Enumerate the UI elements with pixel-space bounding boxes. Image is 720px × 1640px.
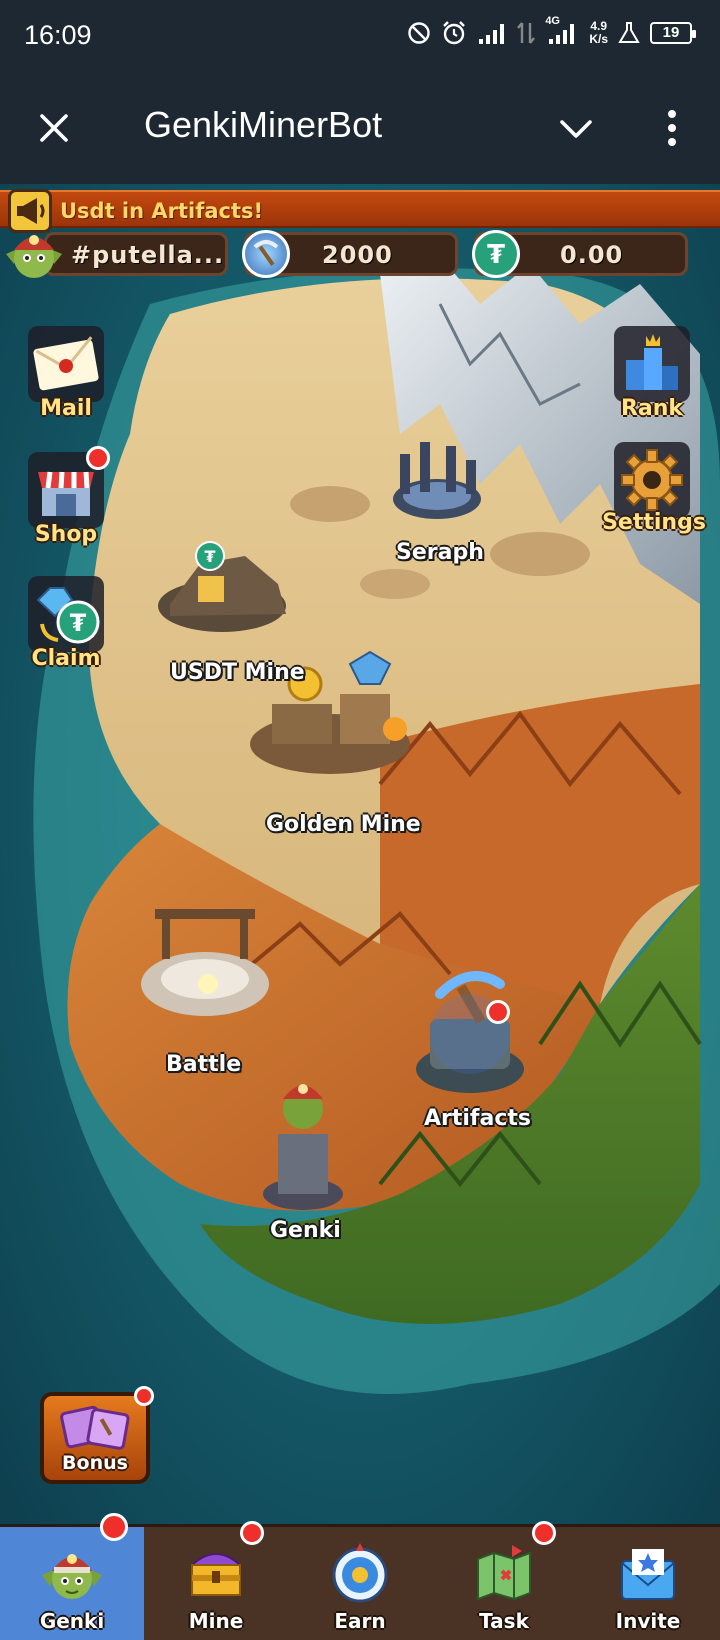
- nav-tab-invite[interactable]: Invite: [576, 1527, 720, 1640]
- golden-mine-label[interactable]: Golden Mine: [266, 812, 421, 837]
- settings-label: Settings: [602, 510, 706, 535]
- island-map[interactable]: ₮: [0, 184, 720, 1524]
- usdt-mine-label[interactable]: USDT Mine: [170, 660, 305, 685]
- claim-icon: ₮: [36, 587, 100, 644]
- nav-tab-earn[interactable]: Earn: [288, 1527, 432, 1640]
- seraph-label[interactable]: Seraph: [396, 540, 484, 565]
- announcement-text: Usdt in Artifacts!: [60, 199, 264, 223]
- pickaxe-coin-icon: [242, 230, 290, 278]
- genki-label[interactable]: Genki: [270, 1218, 341, 1243]
- artifacts-label[interactable]: Artifacts: [424, 1106, 531, 1131]
- do-not-disturb-icon: [408, 22, 431, 44]
- bonus-button[interactable]: Bonus: [40, 1392, 150, 1484]
- coin-icon: [332, 1543, 388, 1603]
- svg-text:₮: ₮: [204, 547, 215, 566]
- mine-notification-badge: [240, 1521, 264, 1545]
- nav-tab-genki[interactable]: Genki: [0, 1513, 144, 1640]
- svg-text:₮: ₮: [70, 609, 87, 637]
- nav-label-earn: Earn: [334, 1609, 386, 1633]
- shop-label: Shop: [34, 522, 98, 547]
- bottom-nav: Genki Mine Earn Task Invite: [0, 1513, 720, 1640]
- map-icon: [477, 1545, 531, 1601]
- mail-label: Mail: [40, 396, 92, 421]
- goblin-avatar-icon[interactable]: [2, 224, 66, 284]
- battle-label[interactable]: Battle: [166, 1052, 241, 1077]
- settings-button[interactable]: [614, 442, 690, 518]
- bonus-label: Bonus: [62, 1452, 128, 1474]
- usdt-balance: 0.00: [560, 241, 624, 269]
- svg-text:₮: ₮: [487, 240, 505, 270]
- close-icon[interactable]: [34, 108, 74, 148]
- pickaxe-count: 2000: [322, 241, 393, 269]
- artifacts-notification-badge: [486, 1000, 510, 1024]
- signal-icon: [479, 24, 505, 44]
- title-bar: GenkiMinerBot: [0, 72, 720, 184]
- gear-icon: [621, 449, 683, 511]
- genki-notification-badge: [100, 1513, 128, 1541]
- claim-button[interactable]: ₮: [28, 576, 104, 652]
- claim-label: Claim: [31, 646, 101, 671]
- rank-label: Rank: [620, 396, 684, 421]
- bonus-notification-badge: [134, 1386, 154, 1406]
- nav-tab-mine[interactable]: Mine: [144, 1521, 288, 1640]
- mail-button[interactable]: [28, 326, 104, 402]
- rank-button[interactable]: [614, 326, 690, 402]
- username-pill[interactable]: #putella...: [44, 232, 228, 276]
- rank-trophy-icon: [626, 334, 678, 390]
- more-options-icon[interactable]: [656, 106, 688, 150]
- mail-icon: [33, 336, 99, 391]
- status-icons: 4G 4.9 K/s 19: [407, 15, 696, 46]
- bonus-tickets-icon: [60, 1405, 130, 1450]
- announcement-banner[interactable]: Usdt in Artifacts!: [0, 189, 720, 233]
- nav-label-task: Task: [479, 1609, 529, 1633]
- usdt-coin-icon: ₮: [472, 230, 520, 278]
- alarm-icon: [443, 21, 466, 45]
- game-view: ₮ Usdt in Artifacts! #putella... 2000 0.…: [0, 184, 720, 1524]
- data-transfer-icon: [517, 22, 536, 44]
- envelope-icon: [621, 1549, 675, 1600]
- app-title: GenkiMinerBot: [144, 104, 383, 145]
- goblin-icon: [42, 1554, 102, 1599]
- treasure-chest-icon: [189, 1553, 243, 1596]
- nav-label-invite: Invite: [615, 1609, 681, 1633]
- flask-icon: [618, 22, 640, 43]
- status-bar: 16:09 4G 4.9 K/s 19: [0, 0, 720, 72]
- shop-notification-badge: [86, 446, 110, 470]
- status-time: 16:09: [24, 20, 92, 50]
- task-notification-badge: [532, 1521, 556, 1545]
- nav-label-genki: Genki: [39, 1609, 105, 1633]
- nav-tab-task[interactable]: Task: [432, 1521, 576, 1640]
- net-speed: 4.9 K/s: [589, 19, 608, 46]
- username-text: #putella...: [71, 241, 225, 269]
- signal-4g-icon: 4G: [545, 15, 579, 45]
- battery-indicator: 19: [650, 22, 696, 44]
- chevron-down-icon[interactable]: [556, 108, 596, 148]
- nav-label-mine: Mine: [188, 1609, 244, 1633]
